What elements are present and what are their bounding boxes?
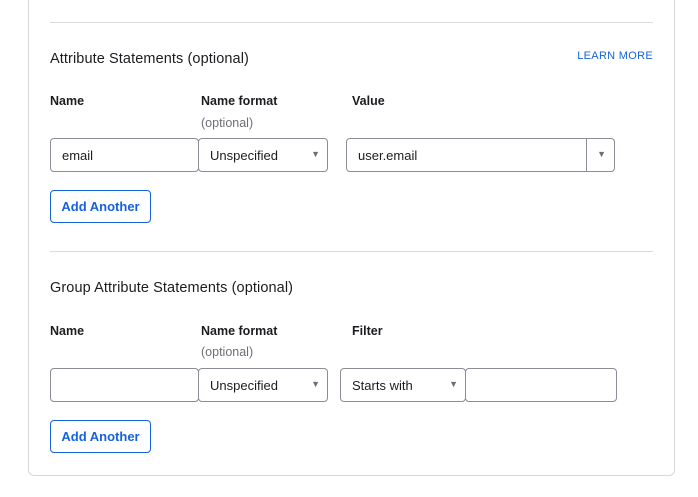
attr-value-label: Value	[352, 94, 385, 108]
group-add-another-button[interactable]: Add Another	[50, 420, 151, 453]
learn-more-link[interactable]: LEARN MORE	[577, 50, 653, 62]
attr-add-another-button[interactable]: Add Another	[50, 190, 151, 223]
group-filter-value-input[interactable]	[465, 368, 617, 402]
section-divider	[50, 251, 653, 252]
group-name-format-hint: (optional)	[201, 345, 254, 359]
group-name-format-select[interactable]: Unspecified ▼	[198, 368, 328, 402]
combobox-separator	[586, 139, 587, 171]
attr-value-text: user.email	[358, 148, 418, 163]
group-name-format-selected: Unspecified	[210, 377, 278, 393]
attr-name-format-hint: (optional)	[201, 116, 254, 130]
top-divider	[50, 22, 653, 23]
caret-down-icon: ▼	[311, 149, 320, 159]
group-attribute-statements-title: Group Attribute Statements (optional)	[50, 280, 294, 296]
caret-down-icon: ▼	[449, 379, 458, 389]
group-name-label: Name	[50, 324, 85, 338]
attr-name-format-label: Name format	[201, 94, 278, 108]
group-filter-type-selected: Starts with	[352, 377, 413, 393]
group-filter-type-select[interactable]: Starts with ▼	[340, 368, 466, 402]
settings-card	[28, 0, 675, 476]
group-name-format-label: Name format	[201, 324, 278, 338]
group-name-input[interactable]	[50, 368, 199, 402]
attr-name-format-selected: Unspecified	[210, 147, 278, 163]
attr-name-input[interactable]	[50, 138, 199, 172]
attr-value-combobox[interactable]: user.email ▼	[346, 138, 615, 172]
attr-name-format-select[interactable]: Unspecified ▼	[198, 138, 328, 172]
attribute-statements-title: Attribute Statements (optional)	[50, 51, 249, 67]
attr-name-label: Name	[50, 94, 85, 108]
group-filter-label: Filter	[352, 324, 383, 338]
caret-down-icon: ▼	[311, 379, 320, 389]
caret-down-icon[interactable]: ▼	[597, 149, 606, 159]
